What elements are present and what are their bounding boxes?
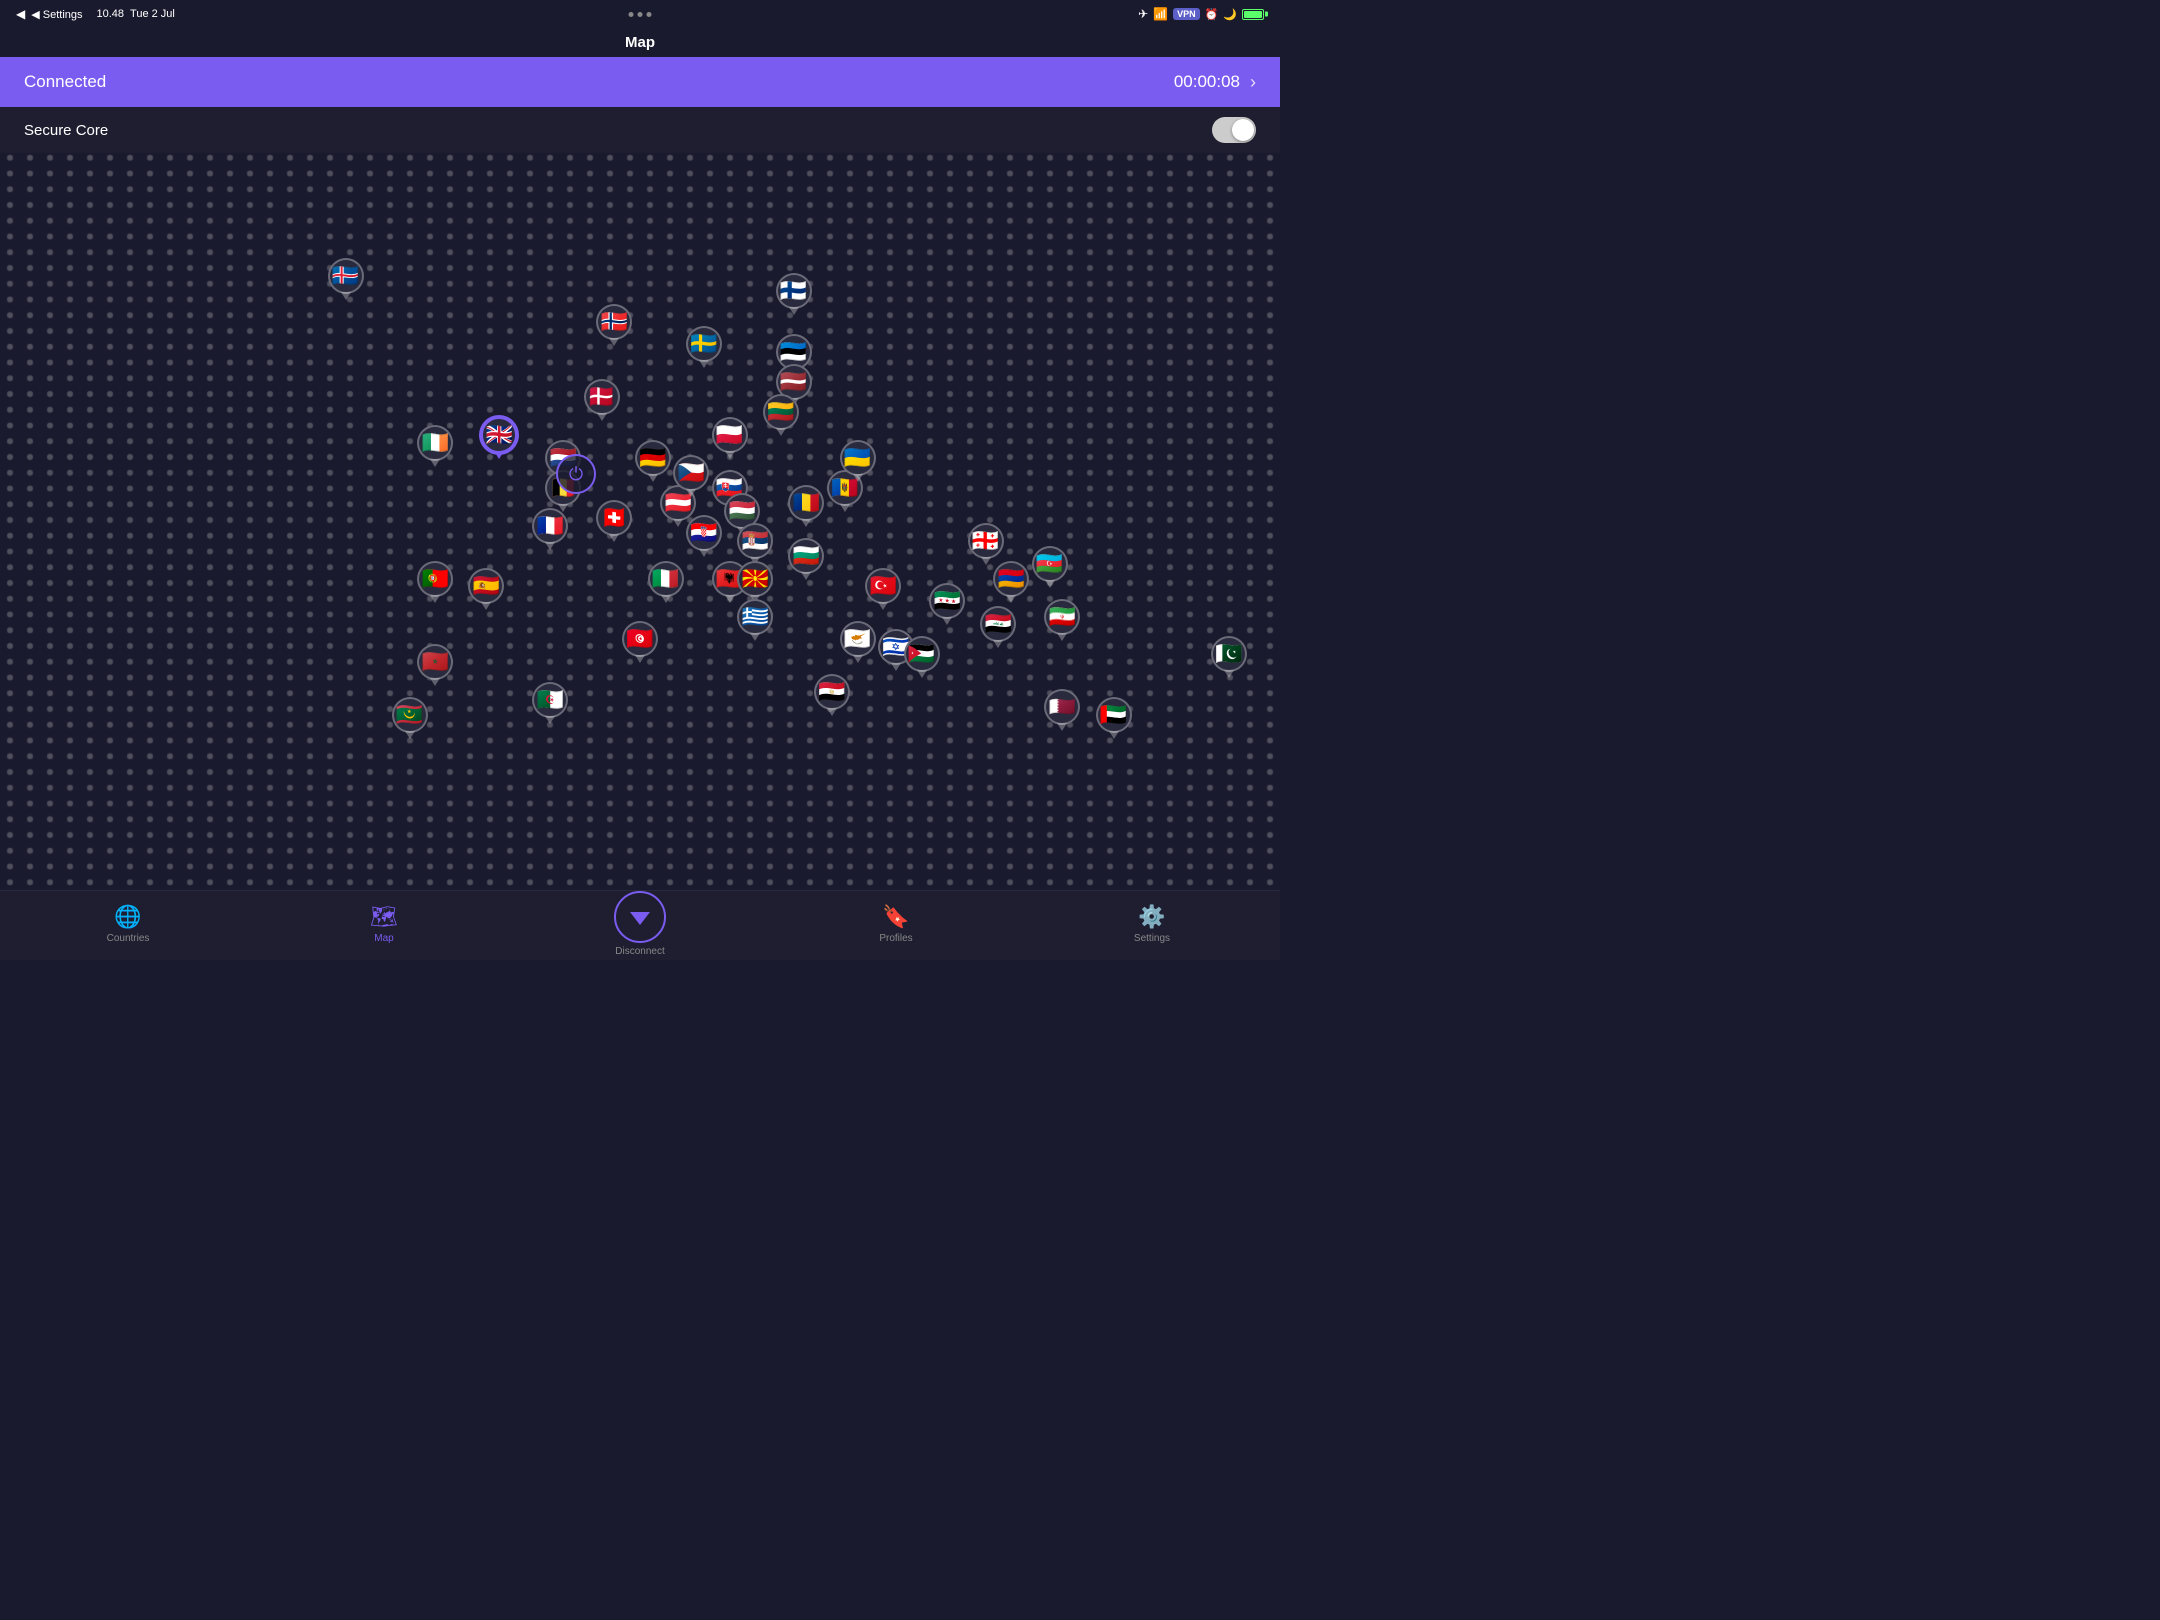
map-icon: 🗺: [370, 904, 398, 930]
map-area: 🇮🇸🇳🇴🇫🇮🇸🇪🇬🇧🇮🇪🇩🇰🇳🇱🇧🇪🇫🇷🇩🇪🇨🇭🇦🇹🇵🇹🇪🇸🇮🇹🇨🇿🇸🇰🇭🇺🇭🇷…: [0, 134, 1280, 890]
settings-label[interactable]: ◀ Settings: [31, 8, 82, 21]
connected-right: 00:00:08 ›: [1174, 72, 1256, 93]
profiles-icon: 🔖: [882, 904, 909, 930]
pin-italy[interactable]: 🇮🇹: [648, 561, 684, 603]
pin-ireland[interactable]: 🇮🇪: [417, 425, 453, 467]
status-bar: ◀ ◀ Settings 10.48 Tue 2 Jul ✈ 📶 VPN ⏰ 🌙: [0, 0, 1280, 28]
status-time: 10.48: [97, 8, 125, 20]
secure-core-row: Secure Core: [0, 107, 1280, 153]
back-arrow[interactable]: ◀: [16, 7, 25, 21]
pin-serbia[interactable]: 🇷🇸: [737, 523, 773, 565]
tab-settings-label: Settings: [1134, 933, 1170, 944]
tab-countries[interactable]: 🌐 Countries: [0, 904, 256, 948]
vpn-badge: VPN: [1173, 8, 1200, 20]
pin-uae[interactable]: 🇦🇪: [1096, 697, 1132, 739]
pin-portugal[interactable]: 🇵🇹: [417, 561, 453, 603]
pin-greece[interactable]: 🇬🇷: [737, 599, 773, 641]
tab-disconnect[interactable]: Disconnect: [512, 891, 768, 961]
pin-norway[interactable]: 🇳🇴: [596, 304, 632, 346]
pin-iran[interactable]: 🇮🇷: [1044, 599, 1080, 641]
disconnect-button[interactable]: [614, 891, 666, 943]
power-pin[interactable]: ⏻: [556, 454, 596, 494]
pin-lithuania[interactable]: 🇱🇹: [763, 394, 799, 436]
status-dots: [629, 12, 652, 17]
pin-egypt[interactable]: 🇪🇬: [814, 674, 850, 716]
tab-profiles-label: Profiles: [879, 933, 912, 944]
pin-france[interactable]: 🇫🇷: [532, 508, 568, 550]
tab-disconnect-label: Disconnect: [615, 946, 664, 957]
chevron-right-icon: ›: [1250, 72, 1256, 93]
tab-bar: 🌐 Countries 🗺 Map Disconnect 🔖 Profiles …: [0, 890, 1280, 960]
pin-ukraine[interactable]: 🇺🇦: [840, 440, 876, 482]
pin-iceland[interactable]: 🇮🇸: [328, 258, 364, 300]
wifi-icon: 📶: [1153, 7, 1168, 21]
alarm-icon: ⏰: [1205, 8, 1219, 21]
pin-germany[interactable]: 🇩🇪: [635, 440, 671, 482]
countries-icon: 🌐: [114, 904, 141, 930]
secure-core-toggle[interactable]: [1212, 117, 1256, 143]
pin-switzerland[interactable]: 🇨🇭: [596, 500, 632, 542]
pin-denmark[interactable]: 🇩🇰: [584, 379, 620, 421]
status-date: Tue 2 Jul: [130, 8, 175, 20]
pin-turkey[interactable]: 🇹🇷: [865, 568, 901, 610]
pin-georgia[interactable]: 🇬🇪: [968, 523, 1004, 565]
pin-uk[interactable]: 🇬🇧: [481, 417, 517, 459]
nav-title: Map: [0, 28, 1280, 57]
pin-north-macedonia[interactable]: 🇲🇰: [737, 561, 773, 603]
pin-armenia[interactable]: 🇦🇲: [993, 561, 1029, 603]
pin-morocco[interactable]: 🇲🇦: [417, 644, 453, 686]
disconnect-icon: [630, 912, 650, 925]
tab-profiles[interactable]: 🔖 Profiles: [768, 904, 1024, 948]
status-left: ◀ ◀ Settings 10.48 Tue 2 Jul: [16, 7, 175, 21]
pin-spain[interactable]: 🇪🇸: [468, 568, 504, 610]
tab-map-label: Map: [374, 933, 393, 944]
airplane-icon: ✈: [1138, 7, 1148, 21]
tab-map[interactable]: 🗺 Map: [256, 904, 512, 948]
pin-pakistan[interactable]: 🇵🇰: [1211, 636, 1247, 678]
pin-syria[interactable]: 🇸🇾: [929, 583, 965, 625]
status-right: ✈ 📶 VPN ⏰ 🌙: [1138, 7, 1264, 21]
pin-azerbaijan[interactable]: 🇦🇿: [1032, 546, 1068, 588]
pin-iraq[interactable]: 🇮🇶: [980, 606, 1016, 648]
pin-bulgaria[interactable]: 🇧🇬: [788, 538, 824, 580]
secure-core-label: Secure Core: [24, 122, 108, 139]
pin-tunisia[interactable]: 🇹🇳: [622, 621, 658, 663]
power-icon: ⏻: [569, 464, 583, 485]
pin-sweden[interactable]: 🇸🇪: [686, 326, 722, 368]
battery-indicator: [1242, 9, 1264, 20]
pin-jordan[interactable]: 🇯🇴: [904, 636, 940, 678]
connected-timer: 00:00:08: [1174, 72, 1240, 92]
pin-czechia[interactable]: 🇨🇿: [673, 455, 709, 497]
tab-settings[interactable]: ⚙️ Settings: [1024, 904, 1280, 948]
connected-banner[interactable]: Connected 00:00:08 ›: [0, 57, 1280, 107]
pin-croatia[interactable]: 🇭🇷: [686, 515, 722, 557]
pin-mauritania[interactable]: 🇲🇷: [392, 697, 428, 739]
pin-romania[interactable]: 🇷🇴: [788, 485, 824, 527]
tab-countries-label: Countries: [107, 933, 150, 944]
pin-finland[interactable]: 🇫🇮: [776, 273, 812, 315]
pin-cyprus[interactable]: 🇨🇾: [840, 621, 876, 663]
pin-poland[interactable]: 🇵🇱: [712, 417, 748, 459]
pin-algeria[interactable]: 🇩🇿: [532, 682, 568, 724]
settings-icon: ⚙️: [1138, 904, 1165, 930]
pin-qatar[interactable]: 🇶🇦: [1044, 689, 1080, 731]
connected-label: Connected: [24, 72, 106, 92]
moon-icon: 🌙: [1223, 8, 1237, 21]
